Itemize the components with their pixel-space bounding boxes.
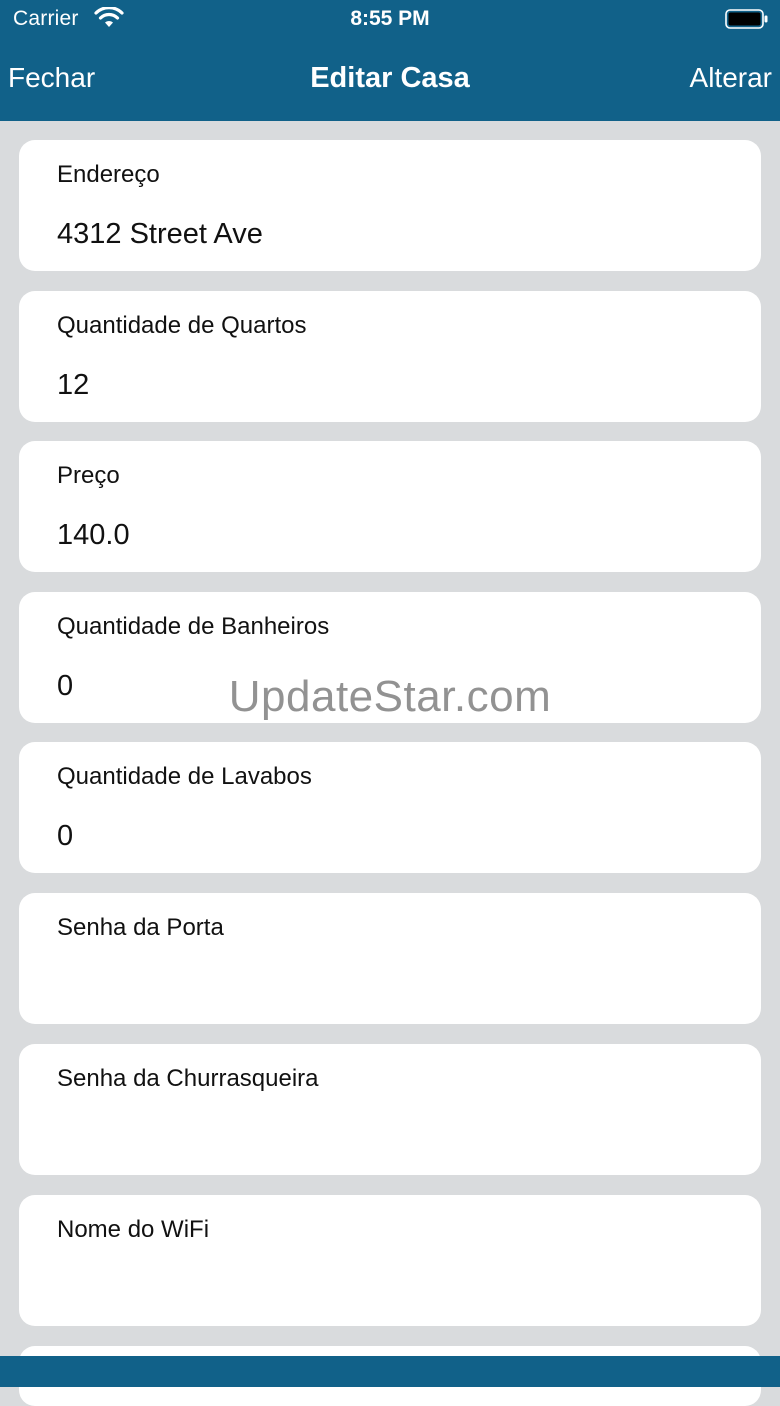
page-title: Editar Casa (310, 62, 470, 94)
bedrooms-field-card[interactable]: Quantidade de Quartos (19, 291, 761, 422)
address-input[interactable] (57, 218, 737, 251)
status-time: 8:55 PM (350, 7, 430, 30)
grill-password-label: Senha da Churrasqueira (57, 1065, 319, 1092)
status-bar: Carrier 8:55 PM (0, 0, 780, 40)
top-bar: Carrier 8:55 PM Fechar Editar Casa Alter… (0, 0, 780, 121)
price-input[interactable] (57, 519, 737, 552)
bedrooms-label: Quantidade de Quartos (57, 312, 307, 339)
door-password-field-card[interactable]: Senha da Porta (19, 893, 761, 1024)
price-label: Preço (57, 462, 120, 489)
half-baths-field-card[interactable]: Quantidade de Lavabos (19, 742, 761, 873)
bottom-bar (0, 1356, 780, 1387)
half-baths-input[interactable] (57, 820, 737, 853)
navigation-bar: Fechar Editar Casa Alterar (0, 52, 780, 108)
bathrooms-input[interactable] (57, 670, 737, 703)
half-baths-label: Quantidade de Lavabos (57, 763, 312, 790)
grill-password-input[interactable] (57, 1122, 737, 1155)
wifi-name-label: Nome do WiFi (57, 1216, 210, 1243)
wifi-name-input[interactable] (57, 1273, 737, 1306)
price-field-card[interactable]: Preço (19, 441, 761, 572)
save-button[interactable]: Alterar (690, 62, 772, 94)
grill-password-field-card[interactable]: Senha da Churrasqueira (19, 1044, 761, 1175)
address-field-card[interactable]: Endereço (19, 140, 761, 271)
bedrooms-input[interactable] (57, 369, 737, 402)
door-password-input[interactable] (57, 971, 737, 1004)
battery-icon (725, 9, 768, 29)
bathrooms-label: Quantidade de Banheiros (57, 613, 330, 640)
door-password-label: Senha da Porta (57, 914, 224, 941)
wifi-name-field-card[interactable]: Nome do WiFi (19, 1195, 761, 1326)
bathrooms-field-card[interactable]: Quantidade de Banheiros (19, 592, 761, 723)
address-label: Endereço (57, 161, 160, 188)
